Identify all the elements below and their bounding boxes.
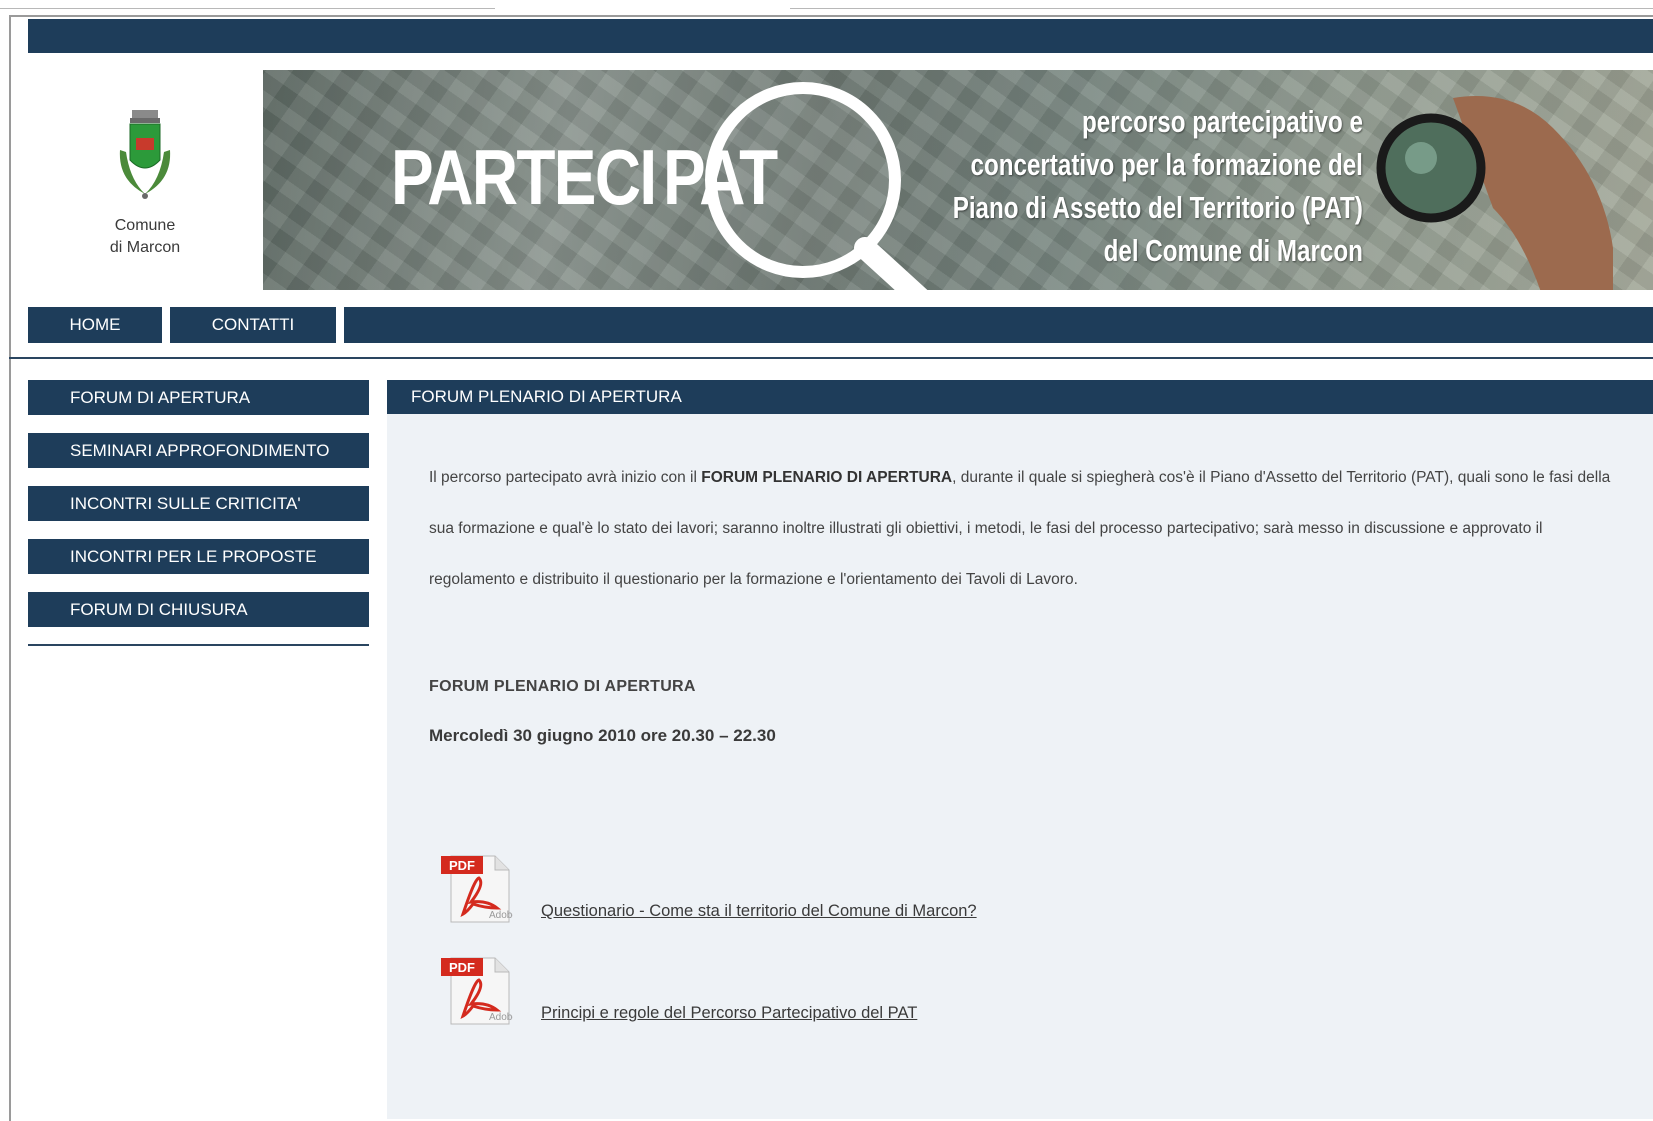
pdf-icon[interactable]: PDF Adobe — [439, 952, 513, 1028]
brand-text-parteci: PARTECI — [391, 133, 657, 221]
event-title: FORUM PLENARIO DI APERTURA — [429, 678, 696, 695]
nav-contacts[interactable]: CONTATTI — [170, 307, 336, 343]
adobe-label: Adobe — [489, 1012, 513, 1023]
header-divider — [9, 357, 1653, 359]
sidebar-item-seminari[interactable]: SEMINARI APPROFONDIMENTO — [28, 433, 369, 468]
tagline-line: concertativo per la formazione del — [970, 147, 1363, 182]
document-link-questionario[interactable]: Questionario - Come sta il territorio de… — [541, 902, 977, 921]
event-date: Mercoledì 30 giugno 2010 ore 20.30 – 22.… — [429, 726, 776, 745]
sidebar-item-forum-apertura[interactable]: FORUM DI APERTURA — [28, 380, 369, 415]
nav-home[interactable]: HOME — [28, 307, 162, 343]
brand-text-pat: PAT — [663, 133, 778, 221]
main-content: FORUM PLENARIO DI APERTURA Il percorso p… — [387, 380, 1653, 1119]
top-navigation: HOME CONTATTI — [28, 307, 1653, 343]
tagline-line: Piano di Assetto del Territorio (PAT) — [952, 190, 1363, 225]
nav-separator — [336, 307, 344, 343]
top-edge-line — [790, 8, 1653, 9]
tagline-line: percorso partecipativo e — [1082, 104, 1363, 139]
hand-lens-icon — [1376, 96, 1613, 290]
document-link-principi[interactable]: Principi e regole del Percorso Partecipa… — [541, 1004, 917, 1023]
sidebar-item-forum-chiusura[interactable]: FORUM DI CHIUSURA — [28, 592, 369, 627]
top-bar — [28, 19, 1653, 53]
coat-of-arms-icon — [119, 110, 171, 199]
logo-text-comune: Comune — [114, 217, 176, 234]
header-banner: PARTECI PAT percorso partecipativo e con… — [263, 70, 1653, 290]
top-edge-line — [0, 8, 495, 9]
sidebar-menu: FORUM DI APERTURA SEMINARI APPROFONDIMEN… — [28, 380, 369, 646]
intro-text: Il percorso partecipato avrà inizio con … — [429, 469, 702, 486]
intro-text-continued: , durante il quale si spiegherà cos'è il… — [429, 469, 1611, 588]
sidebar-item-criticita[interactable]: INCONTRI SULLE CRITICITA' — [28, 486, 369, 521]
content-heading: FORUM PLENARIO DI APERTURA — [387, 380, 1653, 414]
pdf-icon[interactable]: PDF Adobe — [439, 850, 513, 926]
intro-bold-text: FORUM PLENARIO DI APERTURA — [701, 469, 953, 486]
pdf-badge-text: PDF — [449, 858, 475, 873]
adobe-label: Adobe — [489, 910, 513, 921]
logo-text-marcon: di Marcon — [109, 239, 181, 256]
banner-tagline: percorso partecipativo e concertativo pe… — [953, 100, 1363, 272]
intro-paragraph: Il percorso partecipato avrà inizio con … — [429, 452, 1614, 605]
sidebar-divider — [28, 644, 369, 646]
tagline-line: del Comune di Marcon — [1103, 233, 1363, 268]
municipality-logo[interactable]: Comune di Marcon — [90, 110, 200, 270]
sidebar-item-proposte[interactable]: INCONTRI PER LE PROPOSTE — [28, 539, 369, 574]
pdf-badge-text: PDF — [449, 960, 475, 975]
nav-separator — [162, 307, 170, 343]
